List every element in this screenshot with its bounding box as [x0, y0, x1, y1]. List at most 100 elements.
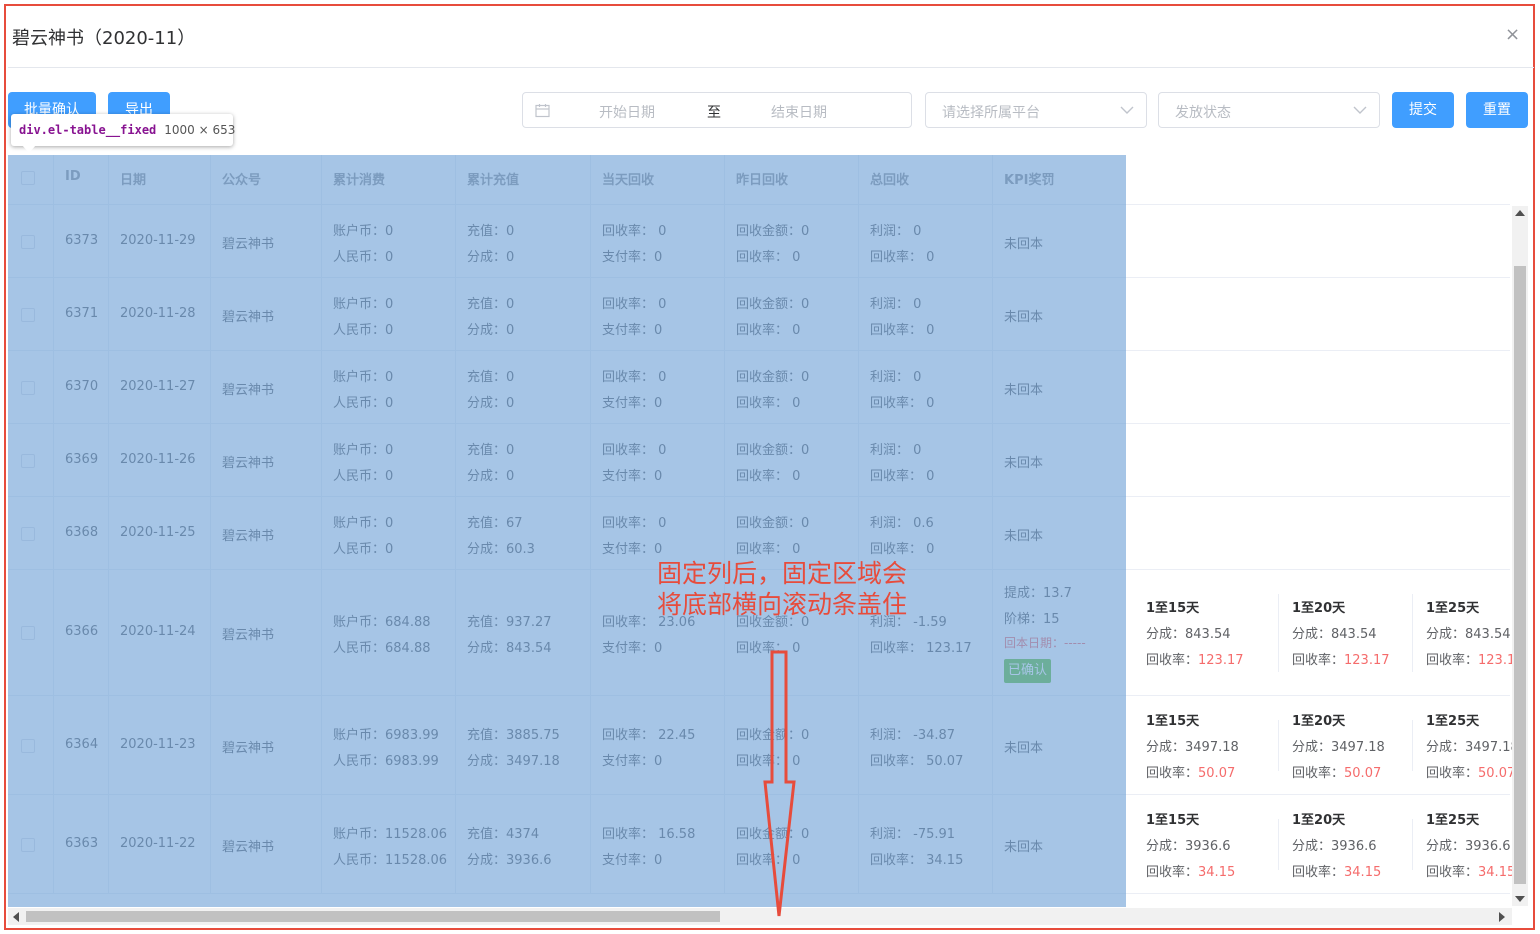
period-rate-value: 34.15: [1478, 864, 1516, 880]
cell-date-text: 2020-11-29: [120, 232, 196, 248]
column-divider: [210, 795, 211, 893]
date-range-picker[interactable]: 开始日期 至 结束日期: [522, 92, 912, 128]
close-icon[interactable]: ×: [1505, 24, 1520, 45]
cell-date: 2020-11-27: [108, 351, 210, 423]
cell-recharge-line: 充值：0: [467, 369, 515, 385]
cell-consume: 账户币：0 人民币：0: [321, 351, 455, 423]
cell-kpi: 未回本: [992, 278, 1126, 350]
cell-recharge: 充值：0 分成：0: [455, 351, 590, 423]
reset-button[interactable]: 重置: [1466, 92, 1528, 128]
row-checkbox[interactable]: [21, 307, 35, 322]
cell-kpi: 未回本: [992, 696, 1126, 794]
period-rate-value: 123.17: [1198, 653, 1244, 668]
cell-consume-line: 账户币：0: [333, 223, 394, 239]
period-rate-row: 回收率：50.07: [1426, 762, 1515, 781]
cell-account: 碧云神书: [210, 795, 321, 893]
cell-consume-line: 账户币：0: [333, 296, 394, 312]
column-divider: [321, 424, 322, 496]
period-rate-label: 回收率：: [1426, 864, 1479, 880]
period-rate-label: 回收率：: [1426, 653, 1479, 668]
cell-account-text: 碧云神书: [222, 236, 275, 252]
cell-account: 碧云神书: [210, 696, 321, 794]
cell-total-line: 利润： -75.91: [870, 826, 956, 842]
cell-recharge-line: 充值：0: [467, 223, 515, 239]
cell-date-text: 2020-11-25: [120, 524, 196, 540]
column-header-label: 累计消费: [333, 173, 386, 188]
scroll-down-icon[interactable]: [1515, 896, 1525, 902]
cell-yesterday-line: 回收率： 0: [736, 322, 801, 338]
column-header-label: 当天回收: [602, 173, 655, 188]
status-select[interactable]: 发放状态: [1158, 92, 1380, 128]
table-row[interactable]: 6369 2020-11-26 碧云神书 账户币：0 人民币：0 充值：0 分成：0 回收率：…: [8, 424, 1510, 497]
table-row[interactable]: 6370 2020-11-27 碧云神书 账户币：0 人民币：0 充值：0 分成：0 回收率：…: [8, 351, 1510, 424]
cell-id-text: 6368: [65, 524, 99, 540]
cell-total-line: 利润： 0.6: [870, 515, 934, 531]
column-divider: [858, 155, 859, 204]
cell-date-text: 2020-11-24: [120, 624, 196, 639]
start-date-input[interactable]: 开始日期: [599, 102, 655, 122]
scroll-left-icon[interactable]: [13, 912, 19, 922]
table-row[interactable]: 6373 2020-11-29 碧云神书 账户币：0 人民币：0 充值：0 分成：0 回收率：…: [8, 205, 1510, 278]
cell-id: 6363: [53, 795, 108, 893]
cell-yesterday: 回收金额：0 回收率： 0: [724, 205, 858, 277]
column-divider: [724, 155, 725, 204]
column-divider: [858, 795, 859, 893]
cell-recharge-line: 分成：843.54: [467, 641, 552, 656]
submit-button[interactable]: 提交: [1392, 92, 1454, 128]
cell-account: 碧云神书: [210, 424, 321, 496]
column-divider: [858, 278, 859, 350]
cell-total-line: 利润： -34.87: [870, 727, 956, 743]
table-row[interactable]: 6364 2020-11-23 碧云神书 账户币：6983.99 人民币：6983.99…: [8, 696, 1519, 795]
status-select-placeholder: 发放状态: [1175, 105, 1231, 121]
table-row[interactable]: 6363 2020-11-22 碧云神书 账户币：11528.06 人民币：11528.…: [8, 795, 1515, 894]
column-divider: [992, 155, 993, 204]
cell-account-text: 碧云神书: [222, 528, 275, 544]
cell-date-text: 2020-11-22: [120, 835, 196, 851]
column-header: 公众号: [210, 155, 321, 204]
column-divider: [992, 424, 993, 496]
vertical-scroll-thumb[interactable]: [1514, 266, 1526, 884]
period-share: 分成：843.54: [1292, 627, 1377, 642]
column-divider: [455, 424, 456, 496]
period-title: 1至15天: [1146, 713, 1200, 729]
period-rate-row: 回收率：50.07: [1146, 762, 1235, 781]
row-checkbox[interactable]: [21, 453, 35, 468]
cell-total-line: 回收率： 0: [870, 541, 935, 557]
cell-consume-line: 账户币：0: [333, 369, 394, 385]
cell-today-line: 支付率：0: [602, 322, 663, 338]
cell-recharge: 充值：67 分成：60.3: [455, 497, 590, 569]
cell-id-text: 6370: [65, 378, 99, 394]
column-divider: [590, 351, 591, 423]
cell-today-line: 回收率： 22.45: [602, 727, 696, 743]
row-checkbox[interactable]: [21, 234, 35, 249]
row-checkbox[interactable]: [21, 626, 35, 640]
row-checkbox[interactable]: [21, 738, 35, 753]
cell-account: 碧云神书: [210, 570, 321, 695]
cell-consume: 账户币：684.88 人民币：684.88: [321, 570, 455, 695]
table-row[interactable]: 6371 2020-11-28 碧云神书 账户币：0 人民币：0 充值：0 分成：0 回收率：…: [8, 278, 1510, 351]
cell-date: 2020-11-25: [108, 497, 210, 569]
dialog-title: 碧云神书（2020-11）: [12, 28, 196, 49]
cell-recharge-line: 分成：3497.18: [467, 753, 560, 769]
scroll-right-icon[interactable]: [1499, 912, 1505, 922]
horizontal-scroll-thumb[interactable]: [26, 911, 720, 922]
row-checkbox[interactable]: [21, 837, 35, 852]
cell-date-text: 2020-11-28: [120, 305, 196, 321]
period-stats: 1至15天 分成：3497.18 回收率：50.07: [1138, 696, 1272, 794]
period-share: 分成：843.54: [1146, 627, 1231, 642]
cell-id-text: 6363: [65, 835, 99, 851]
scroll-up-icon[interactable]: [1515, 210, 1525, 216]
cell-total-line: 回收率： 0: [870, 322, 935, 338]
select-all-checkbox[interactable]: [21, 171, 35, 185]
calendar-icon: [535, 104, 550, 118]
period-title: 1至25天: [1426, 713, 1480, 729]
end-date-input[interactable]: 结束日期: [771, 102, 827, 122]
vertical-scrollbar[interactable]: [1512, 206, 1528, 906]
row-checkbox[interactable]: [21, 380, 35, 395]
platform-select[interactable]: 请选择所属平台: [925, 92, 1147, 128]
cell-yesterday-line: 回收金额：0: [736, 296, 810, 312]
column-divider: [724, 351, 725, 423]
row-checkbox[interactable]: [21, 526, 35, 541]
cell-today-line: 支付率：0: [602, 641, 663, 656]
column-divider: [53, 497, 54, 569]
